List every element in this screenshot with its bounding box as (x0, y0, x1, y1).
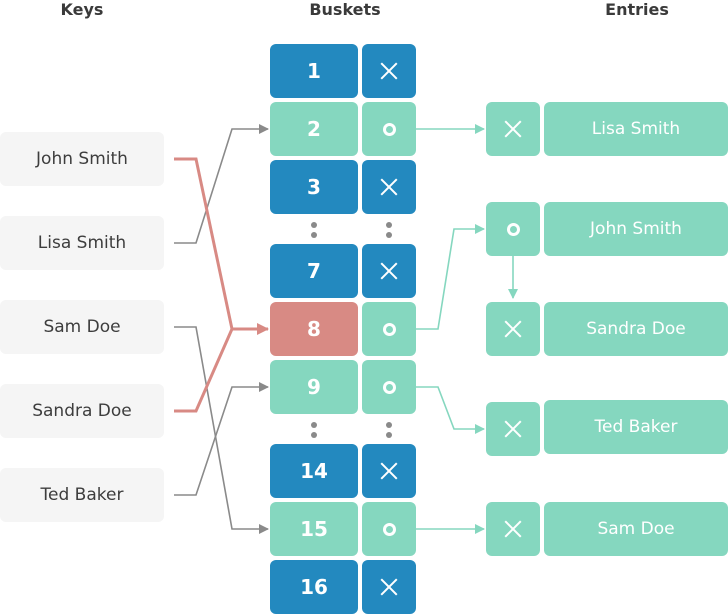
bucket-9-pointer (362, 360, 416, 414)
bucket-1-pointer (362, 44, 416, 98)
key-label: Lisa Smith (37, 233, 127, 253)
link-ted-baker-to-9 (174, 382, 269, 496)
entry-lisa-smith-pointer (486, 102, 540, 156)
pointer-dot-icon (382, 522, 396, 536)
null-x-icon (380, 578, 398, 596)
entry-ted-baker: Ted Baker (544, 400, 728, 454)
null-x-icon (504, 320, 522, 338)
null-x-icon (380, 178, 398, 196)
bucket-15-index: 15 (270, 502, 358, 556)
pointer-dot-icon (382, 380, 396, 394)
bucket-1-index: 1 (270, 44, 358, 98)
null-x-icon (504, 520, 522, 538)
link-8-to-entry (416, 224, 485, 330)
bucket-7-pointer (362, 244, 416, 298)
link-9-to-entry (416, 386, 485, 434)
ellipsis-dots-icon (311, 422, 317, 442)
bucket-14-pointer (362, 444, 416, 498)
bucket-2-index: 2 (270, 102, 358, 156)
null-x-icon (380, 62, 398, 80)
key-label: Sam Doe (43, 317, 121, 337)
null-x-icon (504, 120, 522, 138)
bucket-8-pointer (362, 302, 416, 356)
pointer-dot-icon (382, 322, 396, 336)
bucket-16-pointer (362, 560, 416, 614)
bucket-3-pointer (362, 160, 416, 214)
null-x-icon (380, 462, 398, 480)
key-lisa-smith: Lisa Smith (0, 216, 164, 270)
entry-john-smith-pointer (486, 202, 540, 256)
ellipsis-dots-icon (386, 422, 392, 442)
entry-john-smith: John Smith (544, 202, 728, 256)
entry-ted-baker-pointer (486, 402, 540, 456)
entry-lisa-smith: Lisa Smith (544, 102, 728, 156)
bucket-15-pointer (362, 502, 416, 556)
bucket-14-index: 14 (270, 444, 358, 498)
null-x-icon (504, 420, 522, 438)
pointer-dot-icon (382, 122, 396, 136)
null-x-icon (380, 262, 398, 280)
ellipsis-dots-icon (311, 222, 317, 242)
key-label: John Smith (36, 149, 128, 169)
key-sam-doe: Sam Doe (0, 300, 164, 354)
ellipsis-dots-icon (386, 222, 392, 242)
key-sandra-doe: Sandra Doe (0, 384, 164, 438)
bucket-3-index: 3 (270, 160, 358, 214)
key-john-smith: John Smith (0, 132, 164, 186)
bucket-8-index: 8 (270, 302, 358, 356)
entry-sam-doe: Sam Doe (544, 502, 728, 556)
entry-sandra-doe-pointer (486, 302, 540, 356)
entry-sam-doe-pointer (486, 502, 540, 556)
bucket-9-index: 9 (270, 360, 358, 414)
link-john-smith-to-8 (174, 157, 269, 335)
bucket-7-index: 7 (270, 244, 358, 298)
key-label: Ted Baker (40, 485, 124, 505)
bucket-2-pointer (362, 102, 416, 156)
key-ted-baker: Ted Baker (0, 468, 164, 522)
entry-sandra-doe: Sandra Doe (544, 302, 728, 356)
key-label: Sandra Doe (32, 401, 132, 421)
pointer-dot-icon (506, 222, 520, 236)
link-lisa-smith-to-2 (174, 124, 269, 244)
bucket-16-index: 16 (270, 560, 358, 614)
